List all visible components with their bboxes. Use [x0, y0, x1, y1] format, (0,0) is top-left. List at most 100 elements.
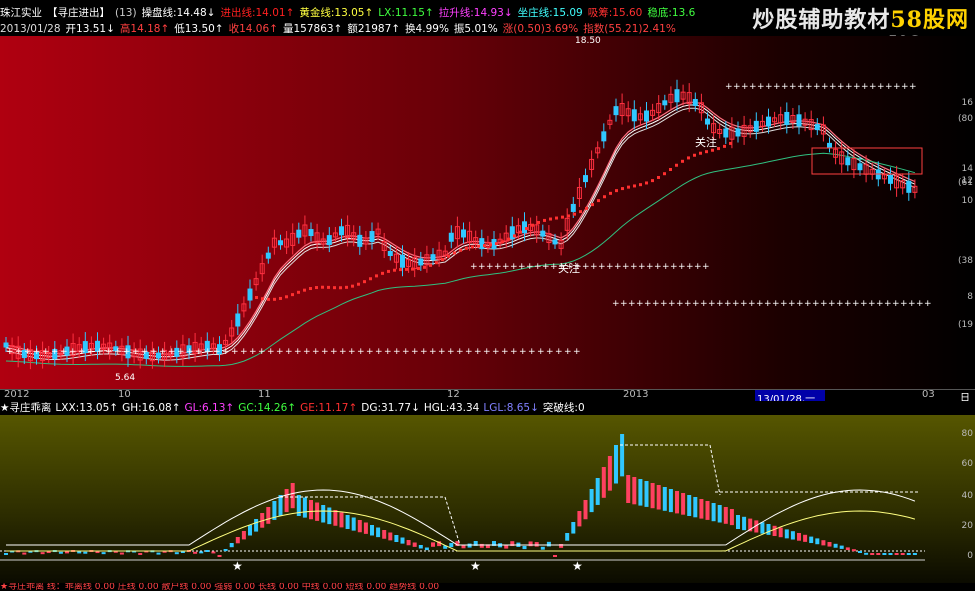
trend-dot — [489, 243, 492, 247]
plus-mark: + — [564, 347, 572, 357]
indicator-bar — [870, 553, 875, 555]
indicator-bar — [662, 487, 667, 511]
plus-mark: + — [780, 299, 788, 309]
plus-mark: + — [258, 347, 266, 357]
plus-mark: + — [6, 347, 14, 357]
trend-dot — [561, 215, 564, 219]
dashed-guide — [280, 496, 461, 546]
plus-mark: + — [87, 347, 95, 357]
trend-dot — [687, 156, 690, 160]
plus-mark: + — [829, 82, 837, 92]
trend-dot — [639, 183, 642, 187]
indicator-bar — [693, 497, 698, 518]
indicator-bar — [900, 553, 905, 555]
plus-mark: + — [590, 262, 598, 272]
trend-dot — [309, 287, 312, 291]
trend-dot — [399, 268, 402, 272]
plus-mark: + — [303, 347, 311, 357]
plus-mark: + — [924, 299, 932, 309]
plus-mark: + — [652, 299, 660, 309]
plus-mark: + — [852, 299, 860, 309]
quote-field: ★寻庄乖离 — [0, 402, 52, 414]
indicator-bar — [382, 530, 387, 539]
plus-mark: + — [612, 299, 620, 309]
time-label: 2013 — [623, 389, 649, 400]
candle-body — [247, 288, 253, 301]
trend-dot — [729, 141, 732, 145]
plus-mark: + — [845, 82, 853, 92]
plus-mark: + — [908, 299, 916, 309]
indicator-bar — [815, 538, 820, 545]
trend-dot — [519, 230, 522, 234]
plus-mark: + — [724, 299, 732, 309]
plus-mark: + — [375, 347, 383, 357]
price-tick: 10 — [961, 196, 973, 206]
candle-body — [308, 229, 314, 237]
plus-mark: + — [836, 299, 844, 309]
quote-field: GC:14.26↑ — [238, 402, 297, 414]
plus-mark: + — [598, 262, 606, 272]
indicator-bar — [22, 552, 27, 555]
kline-svg[interactable]: + + + + + + + + + + + + + + + + + + + + + + + + + + + + + + + + + + + + + + + +… — [0, 36, 975, 389]
plus-mark: + — [534, 262, 542, 272]
indicator-bar — [864, 552, 869, 555]
quote-field: HGL:43.34 — [423, 402, 480, 414]
trend-dot — [693, 153, 696, 157]
plus-mark: + — [789, 82, 797, 92]
trend-dot — [279, 296, 282, 300]
plus-mark: + — [686, 262, 694, 272]
indicator-axis: 80 60 40 20 0 — [953, 415, 975, 583]
plus-mark: + — [249, 347, 257, 357]
indicator-bar — [327, 507, 332, 525]
plus-mark: + — [660, 299, 668, 309]
indicator-bar — [290, 483, 295, 509]
indicator-bar — [644, 481, 649, 507]
price-tick: 16 — [961, 98, 973, 108]
candle-body — [796, 114, 802, 127]
plus-mark: + — [312, 347, 320, 357]
trend-dot — [501, 240, 504, 244]
candle-body — [552, 239, 558, 245]
trend-dot — [387, 269, 390, 273]
plus-mark: + — [526, 262, 534, 272]
indicator-svg[interactable]: ★ ★ ★ — [0, 415, 975, 583]
price-axis: 16 (80 14 12 (61 10 (38 8 (19 — [953, 36, 975, 389]
indicator-curve — [6, 489, 916, 546]
candle-body — [753, 120, 759, 132]
candle-body — [448, 232, 454, 242]
plus-mark: + — [820, 299, 828, 309]
quote-field: 黄金线:13.05↑ — [299, 7, 374, 19]
trend-dot — [573, 212, 576, 216]
indicator-bar — [254, 519, 259, 532]
plus-mark: + — [821, 82, 829, 92]
plus-mark: + — [486, 262, 494, 272]
trend-dot — [621, 187, 624, 191]
quote-field: LX:11.15↑ — [378, 7, 434, 19]
indicator-bar — [388, 532, 393, 541]
time-label: 12 — [447, 389, 460, 400]
indicator-bar — [467, 543, 472, 548]
plus-mark: + — [805, 82, 813, 92]
trend-dot — [465, 246, 468, 250]
plus-mark: + — [123, 347, 131, 357]
trend-dot — [417, 267, 420, 271]
trend-dot — [405, 267, 408, 271]
trend-dot — [597, 199, 600, 203]
trend-dot — [411, 267, 414, 271]
indicator-bar — [370, 525, 374, 536]
trend-dot — [609, 191, 612, 195]
quote-field: 低13.50↑ — [174, 23, 224, 35]
candle-body — [631, 109, 637, 122]
plus-mark: + — [869, 82, 877, 92]
indicator-bar — [406, 540, 411, 546]
main-kline-chart[interactable]: + + + + + + + + + + + + + + + + + + + + + + + + + + + + + + + + + + + + + + + +… — [0, 36, 975, 389]
plus-mark: + — [357, 347, 365, 357]
indicator-chart[interactable]: ★ ★ ★ 80 60 40 20 0 — [0, 415, 975, 583]
ma-line — [5, 101, 916, 355]
indicator-tick: 40 — [961, 491, 973, 501]
candle-body — [662, 100, 668, 106]
indicator-bar — [553, 555, 557, 557]
candle-body — [278, 240, 283, 246]
trend-dot — [525, 227, 528, 231]
plus-mark: + — [348, 347, 356, 357]
